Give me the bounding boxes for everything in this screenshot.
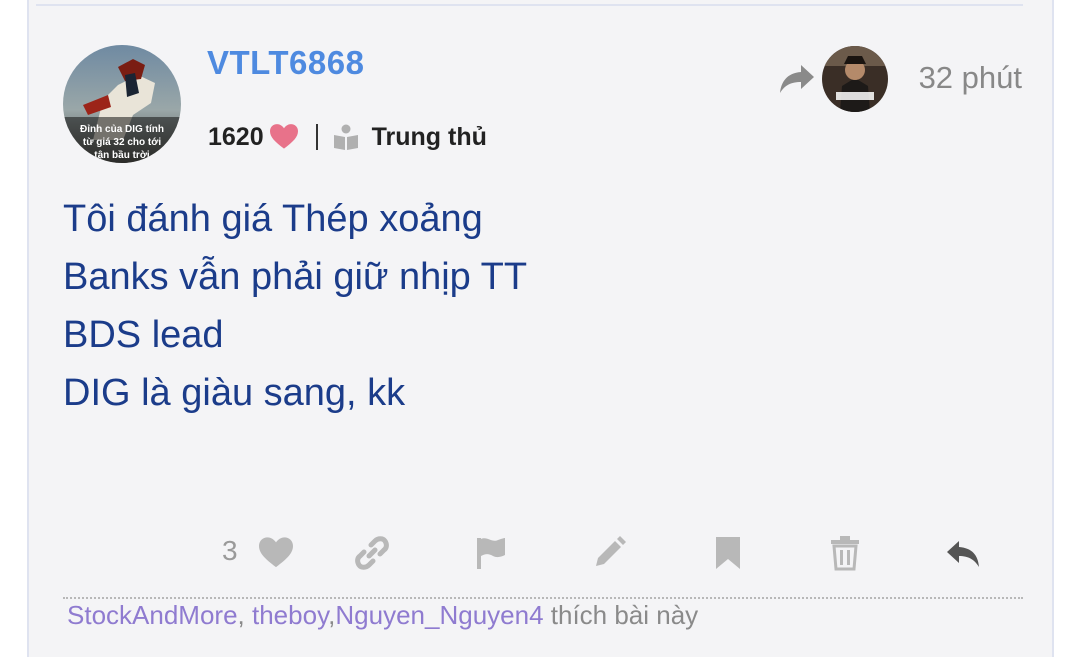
post-time: 32 phút [918,60,1022,95]
likes-separator [63,597,1023,599]
avatar-image: Đỉnh của DIG tính từ giá 32 cho tới tận … [63,45,181,163]
post-top-border [36,0,1023,6]
trash-icon[interactable] [827,535,863,571]
user-score: 1620 [208,122,264,151]
shared-from-avatar[interactable] [822,46,888,112]
pencil-icon[interactable] [591,535,627,571]
username[interactable]: VTLT6868 [207,44,364,82]
bookmark-icon[interactable] [710,535,746,571]
user-meta: 1620 Trung thủ [208,119,487,155]
content-line: DIG là giàu sang, kk [63,372,406,414]
share-icon[interactable] [779,62,815,96]
rank-icon [333,124,358,150]
user-avatar[interactable]: Đỉnh của DIG tính từ giá 32 cho tới tận … [63,45,181,163]
heart-icon[interactable] [259,535,293,571]
like-count: 3 [222,535,238,566]
avatar-caption-3: tận bầu trời [94,149,150,161]
heart-icon [269,124,298,149]
avatar-caption-1: Đỉnh của DIG tính [80,124,164,135]
liker-link[interactable]: theboy [252,600,328,630]
liker-link[interactable]: Nguyen_Nguyen4 [335,600,543,630]
link-icon[interactable] [354,535,390,571]
post-content: Tôi đánh giá Thép xoảng Banks vẫn phải g… [63,190,963,422]
user-rank: Trung thủ [371,122,487,151]
likes-summary: StockAndMore, theboy,Nguyen_Nguyen4 thíc… [67,600,698,631]
content-line: BDS lead [63,314,224,356]
avatar-caption-2: từ giá 32 cho tới [83,137,161,148]
shared-from-avatar-image [822,46,888,112]
flag-icon[interactable] [473,535,509,571]
content-line: Banks vẫn phải giữ nhịp TT [63,256,528,298]
likes-suffix: thích bài này [543,600,699,630]
meta-divider [315,124,318,150]
reply-icon[interactable] [945,535,981,571]
content-line: Tôi đánh giá Thép xoảng [63,198,483,240]
liker-link[interactable]: StockAndMore [67,600,238,630]
liker-separator: , [237,600,245,630]
post-actions: 3 [0,527,1080,581]
